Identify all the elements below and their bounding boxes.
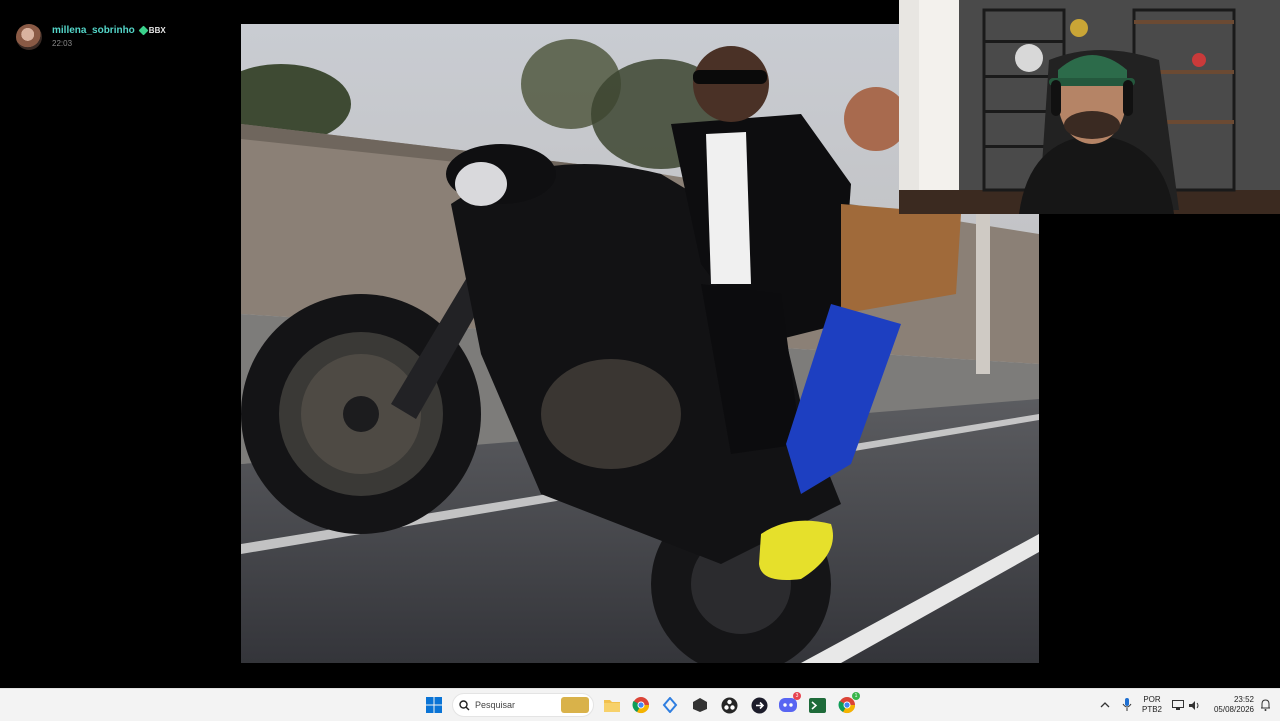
chrome-icon[interactable] [631,695,651,715]
user-badge: BBX [138,25,166,36]
app-icon-cube[interactable] [690,695,710,715]
language-bottom: PTB2 [1141,705,1162,714]
username[interactable]: millena_sobrinho [52,25,135,36]
volume-icon[interactable] [1184,695,1204,715]
microphone-icon[interactable] [1117,695,1137,715]
user-row: millena_sobrinho BBX [52,25,166,36]
notification-bell-icon[interactable] [1255,695,1275,715]
language-indicator[interactable]: POR PTB2 [1139,695,1165,715]
clock[interactable]: 23:52 05/08/2026 [1204,695,1254,715]
user-info: millena_sobrinho BBX 22:03 [52,25,166,48]
discord-icon[interactable]: 3 [778,692,801,715]
obs-icon[interactable] [719,695,739,715]
webcam-overlay [899,0,1280,214]
webcam-feed [899,0,1280,214]
post-time: 22:03 [52,39,73,48]
app-icon-blue[interactable] [660,695,680,715]
clock-date: 05/08/2026 [1213,705,1254,714]
taskbar-search[interactable]: Pesquisar [452,693,594,717]
discord-notification-badge: 3 [793,692,801,700]
story-header: millena_sobrinho BBX 22:03 [16,24,166,50]
file-explorer-icon[interactable] [602,695,622,715]
search-placeholder: Pesquisar [475,700,516,710]
terminal-icon[interactable] [807,695,827,715]
chrome-profile-icon[interactable]: 1 [837,692,860,715]
diamond-icon [138,25,149,36]
badge-label: BBX [148,26,166,35]
avatar[interactable] [16,24,42,50]
language-top: POR [1143,695,1161,704]
chrome-notification-badge: 1 [852,692,860,700]
search-icon [459,700,470,711]
taskbar: Pesquisar 3 1 POR PTB2 23:52 05/08/2026 [0,688,1280,721]
windows-start-icon[interactable] [424,695,444,715]
search-highlight-icon [561,697,589,713]
app-icon-arrow[interactable] [749,695,769,715]
clock-time: 23:52 [1233,695,1254,704]
chevron-up-icon[interactable] [1095,695,1115,715]
